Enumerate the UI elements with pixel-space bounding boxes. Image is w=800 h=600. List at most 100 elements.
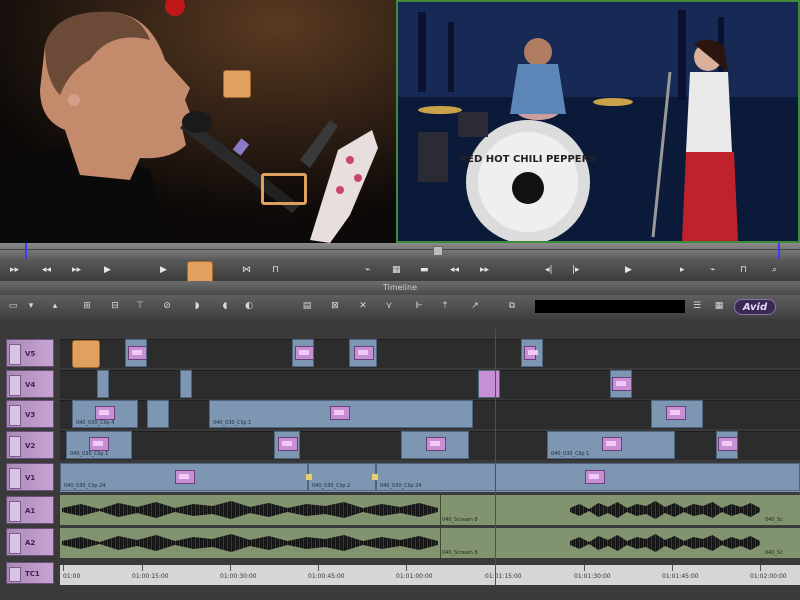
- track-label-a2[interactable]: A2: [6, 528, 54, 556]
- track-select-v4[interactable]: [9, 375, 21, 396]
- clip-v2-5[interactable]: [716, 431, 738, 459]
- step-back-icon[interactable]: ◂◂: [42, 262, 51, 278]
- track-select-a1[interactable]: [9, 501, 21, 522]
- prev-frame-icon[interactable]: ◂|: [545, 262, 553, 278]
- avid-logo: Avid: [734, 299, 776, 315]
- extract-icon[interactable]: ▬: [420, 262, 429, 278]
- toolbar-grid-icon[interactable]: ▦: [712, 299, 726, 313]
- clip-v5-4[interactable]: [521, 339, 543, 367]
- track-select-v5[interactable]: [9, 344, 21, 365]
- clip-name: 040_Sc: [765, 550, 783, 556]
- transition-marker-icon[interactable]: [306, 474, 312, 480]
- clip-v3-4[interactable]: [651, 400, 703, 428]
- record-mark-icon[interactable]: ▸: [680, 262, 685, 278]
- clip-v2-3[interactable]: [401, 431, 469, 459]
- clip-v1-2[interactable]: 040_030_Clip 2: [308, 463, 376, 491]
- record-lift-icon[interactable]: ⊓: [740, 262, 747, 278]
- track-label-v2[interactable]: V2: [6, 431, 54, 459]
- mark-out-icon[interactable]: ▶: [104, 262, 111, 278]
- rewind-icon[interactable]: ◂◂: [450, 262, 459, 278]
- source-position-indicator[interactable]: [25, 243, 27, 259]
- timeline-playhead[interactable]: [495, 329, 496, 585]
- toolbar-list-icon[interactable]: ☰: [690, 299, 704, 313]
- clip-v5-1[interactable]: [125, 339, 147, 367]
- track-v4[interactable]: [60, 370, 800, 399]
- track-label-v1[interactable]: V1: [6, 463, 54, 491]
- play-icon[interactable]: ▶: [160, 262, 167, 278]
- audio-track-a1[interactable]: 040_Scream 8 040_Sc: [60, 495, 800, 525]
- record-monitor[interactable]: RED HOT CHILI PEPPERS: [396, 0, 800, 243]
- track-label-v3[interactable]: V3: [6, 400, 54, 428]
- clip-v4-4[interactable]: [610, 370, 632, 398]
- clip-v3-3[interactable]: 040_030_Clip 1: [209, 400, 473, 428]
- trim-icon[interactable]: ⌁: [365, 262, 370, 278]
- toolbar-disable-icon[interactable]: ⊘: [160, 299, 174, 313]
- clip-v2-2[interactable]: [274, 431, 300, 459]
- clip-name: 040_Scream 8: [442, 550, 478, 556]
- playhead-marker-icon[interactable]: [223, 70, 251, 98]
- clip-v5-2[interactable]: [292, 339, 314, 367]
- track-v5[interactable]: [60, 339, 800, 368]
- toolbar-trim-icon[interactable]: ⊠: [328, 299, 342, 313]
- clip-v3-2[interactable]: [147, 400, 169, 428]
- timeline-window-title: Timeline: [0, 281, 800, 295]
- selection-box-icon[interactable]: [261, 173, 307, 205]
- toolbar-mark-in-icon[interactable]: ◗: [190, 299, 204, 313]
- record-play-icon[interactable]: ▶: [625, 262, 632, 278]
- track-select-a2[interactable]: [9, 533, 21, 554]
- track-select-v2[interactable]: [9, 436, 21, 457]
- clip-v4-3[interactable]: [478, 370, 500, 398]
- record-position-indicator[interactable]: [433, 246, 443, 256]
- step-forward-icon[interactable]: ▸▸: [72, 262, 81, 278]
- position-bar[interactable]: [0, 243, 800, 259]
- clip-v5-3[interactable]: [349, 339, 377, 367]
- splice-icon[interactable]: ⋈: [242, 262, 251, 278]
- track-select-v1[interactable]: [9, 468, 21, 489]
- record-trim-icon[interactable]: ⌁: [710, 262, 715, 278]
- audio-track-a2[interactable]: 040_Scream 8 040_Sc: [60, 528, 800, 558]
- track-select-tc[interactable]: [9, 567, 21, 582]
- overwrite-icon[interactable]: ▦: [392, 262, 401, 278]
- clip-v1-3[interactable]: 040_030_Clip 24: [376, 463, 800, 491]
- toolbar-close-icon[interactable]: ✕: [356, 299, 370, 313]
- toolbar-arrow-icon[interactable]: ↗: [468, 299, 482, 313]
- source-monitor[interactable]: [0, 0, 396, 243]
- toolbar-collapse-icon[interactable]: ⧉: [505, 299, 519, 313]
- timeline-panel[interactable]: V5 V4 V3 V2 V1 A1 A2 TC1 040_030_Clip 4 …: [0, 319, 800, 600]
- toolbar-cut-icon[interactable]: ⊩: [412, 299, 426, 313]
- clip-v2-4[interactable]: 040_030_Clip 1: [547, 431, 675, 459]
- track-label-tc[interactable]: TC1: [6, 562, 54, 584]
- toolbar-lift-icon[interactable]: ⊤: [133, 299, 147, 313]
- position-bar-line: [0, 249, 800, 250]
- forward-icon[interactable]: ▸▸: [480, 262, 489, 278]
- tc-label: 01:00:45:00: [308, 573, 345, 580]
- transition-marker-icon[interactable]: [372, 474, 378, 480]
- fast-forward-icon[interactable]: ▸▸: [10, 262, 19, 278]
- clip-v4-1[interactable]: [97, 370, 109, 398]
- clip-v3-1[interactable]: 040_030_Clip 4: [72, 400, 138, 428]
- toolbar-clear-icon[interactable]: ◐: [242, 299, 256, 313]
- track-select-v3[interactable]: [9, 405, 21, 426]
- toolbar-splice-icon[interactable]: ⊞: [80, 299, 94, 313]
- toolbar-segment-icon[interactable]: ▤: [300, 299, 314, 313]
- toolbar-overwrite-icon[interactable]: ⊟: [108, 299, 122, 313]
- track-label-v5[interactable]: V5: [6, 339, 54, 367]
- track-label-v4[interactable]: V4: [6, 370, 54, 398]
- toolbar-mark-out-icon[interactable]: ◖: [218, 299, 232, 313]
- toolbar-move-icon[interactable]: ⇡: [438, 299, 452, 313]
- waveform: [62, 501, 438, 519]
- zoom-icon[interactable]: ⌕: [772, 262, 777, 278]
- toolbar-dropdown-icon[interactable]: ▾: [24, 299, 38, 313]
- toolbar-menu-icon[interactable]: ▭: [6, 299, 20, 313]
- track-label-a1[interactable]: A1: [6, 496, 54, 524]
- timecode-track[interactable]: 01:00 01:00:15:00 01:00:30:00 01:00:45:0…: [60, 565, 800, 585]
- lift-icon[interactable]: ⊓: [272, 262, 279, 278]
- clip-name: 040_Scream 8: [442, 517, 478, 523]
- clip-v4-2[interactable]: [180, 370, 192, 398]
- next-frame-icon[interactable]: |▸: [572, 262, 580, 278]
- clip-v1-1[interactable]: 040_030_Clip 24: [60, 463, 308, 491]
- toolbar-up-icon[interactable]: ▴: [48, 299, 62, 313]
- clip-v2-1[interactable]: 040_030_Clip 1: [66, 431, 132, 459]
- toolbar-filter-icon[interactable]: ⋎: [382, 299, 396, 313]
- timeline-marker-icon[interactable]: [72, 340, 100, 368]
